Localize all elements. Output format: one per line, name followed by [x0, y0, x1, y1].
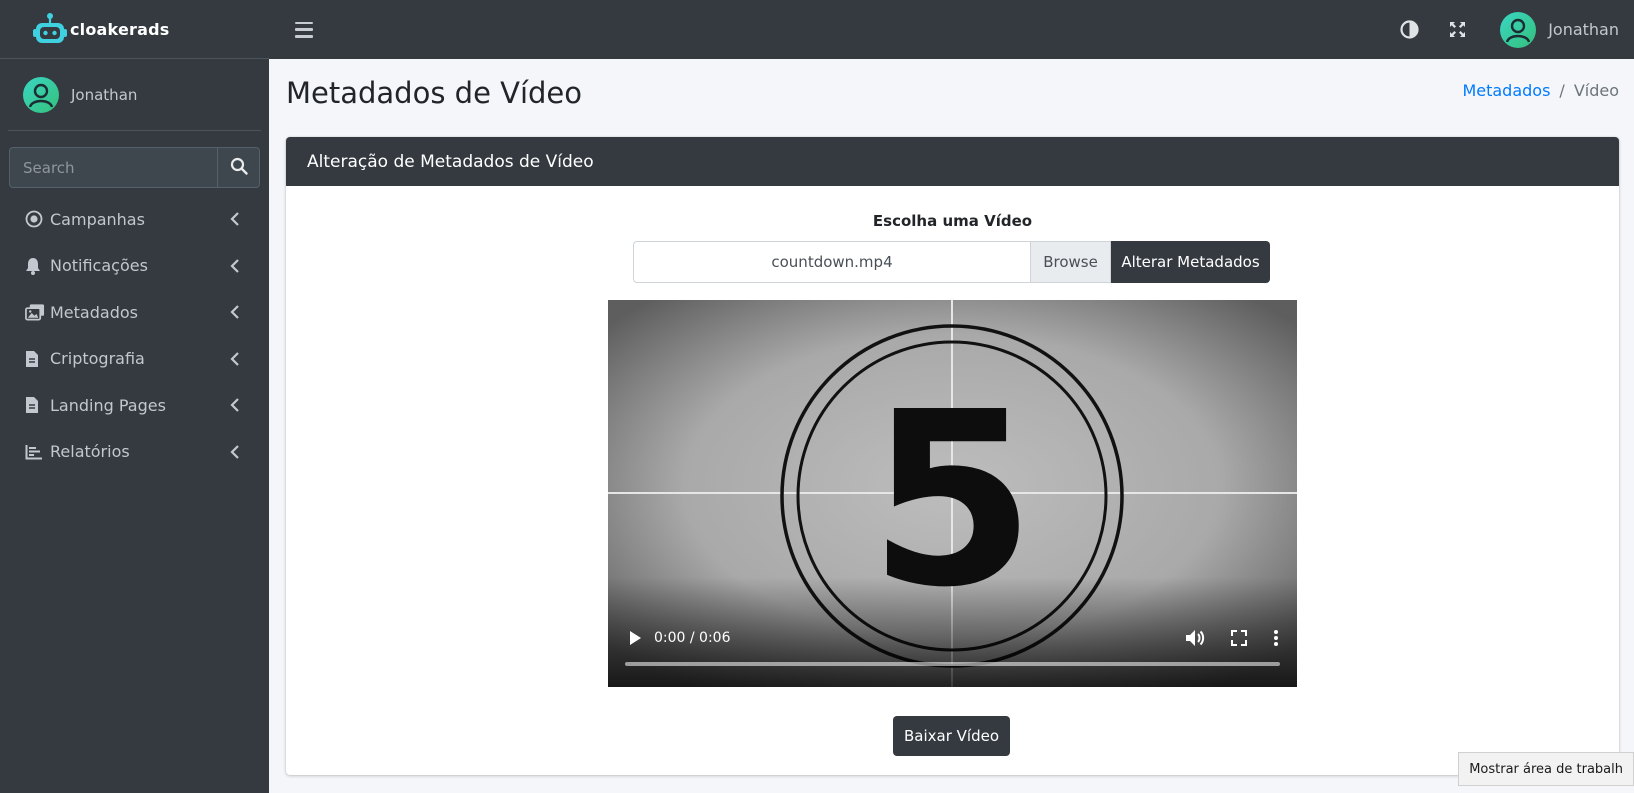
video-time: 0:00 / 0:06	[654, 630, 731, 646]
robot-logo-icon	[32, 12, 68, 46]
breadcrumb-active: Vídeo	[1573, 81, 1619, 100]
chevron-left-icon	[229, 444, 241, 459]
topbar-user-name: Jonathan	[1548, 20, 1619, 39]
page-title: Metadados de Vídeo	[286, 76, 583, 110]
bell-icon	[25, 256, 45, 276]
breadcrumb-link-metadados[interactable]: Metadados	[1462, 81, 1550, 100]
topbar-user-menu[interactable]: Jonathan	[1500, 11, 1619, 48]
search-input[interactable]	[9, 147, 217, 188]
sidebar-item-relatorios[interactable]: Relatórios	[0, 429, 269, 476]
contrast-icon[interactable]	[1398, 19, 1420, 41]
circle-dot-icon	[25, 209, 45, 229]
sidebar-item-label: Campanhas	[50, 209, 145, 229]
show-desktop-tooltip: Mostrar área de trabalh	[1458, 752, 1634, 786]
sidebar-item-label: Metadados	[50, 302, 138, 322]
avatar	[1500, 11, 1537, 48]
file-icon	[25, 395, 45, 415]
file-input-group: countdown.mp4 Browse Alterar Metadados	[633, 241, 1270, 283]
breadcrumb: Metadados / Vídeo	[1462, 81, 1619, 100]
topbar: Jonathan	[269, 0, 1634, 59]
chevron-left-icon	[229, 212, 241, 227]
video-progress-bar[interactable]	[625, 662, 1280, 666]
video-controls: 0:00 / 0:06	[608, 625, 1297, 651]
alter-metadata-button[interactable]: Alterar Metadados	[1111, 241, 1270, 283]
search-button[interactable]	[217, 147, 260, 188]
video-player[interactable]: 5 0:00 / 0:06	[608, 300, 1297, 687]
sidebar-nav: Campanhas Notificações Metadados Criptog…	[0, 196, 269, 475]
file-field-label: Escolha uma Vídeo	[872, 212, 1033, 230]
search-icon	[230, 157, 248, 179]
sidebar: cloakerads Jonathan Campanhas	[0, 0, 269, 793]
chevron-left-icon	[229, 258, 241, 273]
sidebar-item-criptografia[interactable]: Criptografia	[0, 336, 269, 383]
metadata-card: Alteração de Metadados de Vídeo Escolha …	[286, 137, 1619, 775]
download-video-button[interactable]: Baixar Vídeo	[893, 716, 1010, 756]
sidebar-user-panel[interactable]: Jonathan	[8, 59, 261, 131]
sidebar-search	[9, 147, 260, 188]
chart-icon	[25, 442, 45, 462]
more-options-icon[interactable]	[1273, 629, 1279, 647]
file-icon	[25, 349, 45, 369]
file-name-field[interactable]: countdown.mp4	[633, 241, 1031, 283]
chevron-left-icon	[229, 398, 241, 413]
play-icon[interactable]	[628, 630, 642, 646]
sidebar-item-label: Relatórios	[50, 442, 130, 462]
avatar	[23, 76, 59, 113]
browse-button[interactable]: Browse	[1031, 241, 1111, 283]
images-icon	[25, 302, 45, 322]
sidebar-item-notificacoes[interactable]: Notificações	[0, 243, 269, 290]
volume-icon[interactable]	[1185, 629, 1205, 647]
sidebar-item-label: Criptografia	[50, 349, 145, 369]
chevron-left-icon	[229, 351, 241, 366]
brand-name: cloakerads	[70, 19, 170, 39]
sidebar-item-landing-pages[interactable]: Landing Pages	[0, 382, 269, 429]
chevron-left-icon	[229, 305, 241, 320]
fullscreen-icon[interactable]	[1446, 19, 1468, 41]
sidebar-user-name: Jonathan	[71, 85, 138, 104]
content: Metadados de Vídeo Metadados / Vídeo Alt…	[269, 59, 1634, 793]
brand[interactable]: cloakerads	[0, 0, 269, 59]
fullscreen-video-icon[interactable]	[1231, 630, 1247, 646]
sidebar-item-campanhas[interactable]: Campanhas	[0, 196, 269, 243]
card-header: Alteração de Metadados de Vídeo	[286, 137, 1619, 186]
sidebar-item-label: Notificações	[50, 256, 148, 276]
sidebar-item-label: Landing Pages	[50, 395, 166, 415]
sidebar-item-metadados[interactable]: Metadados	[0, 289, 269, 336]
breadcrumb-separator: /	[1559, 81, 1565, 100]
menu-icon[interactable]	[295, 21, 313, 38]
